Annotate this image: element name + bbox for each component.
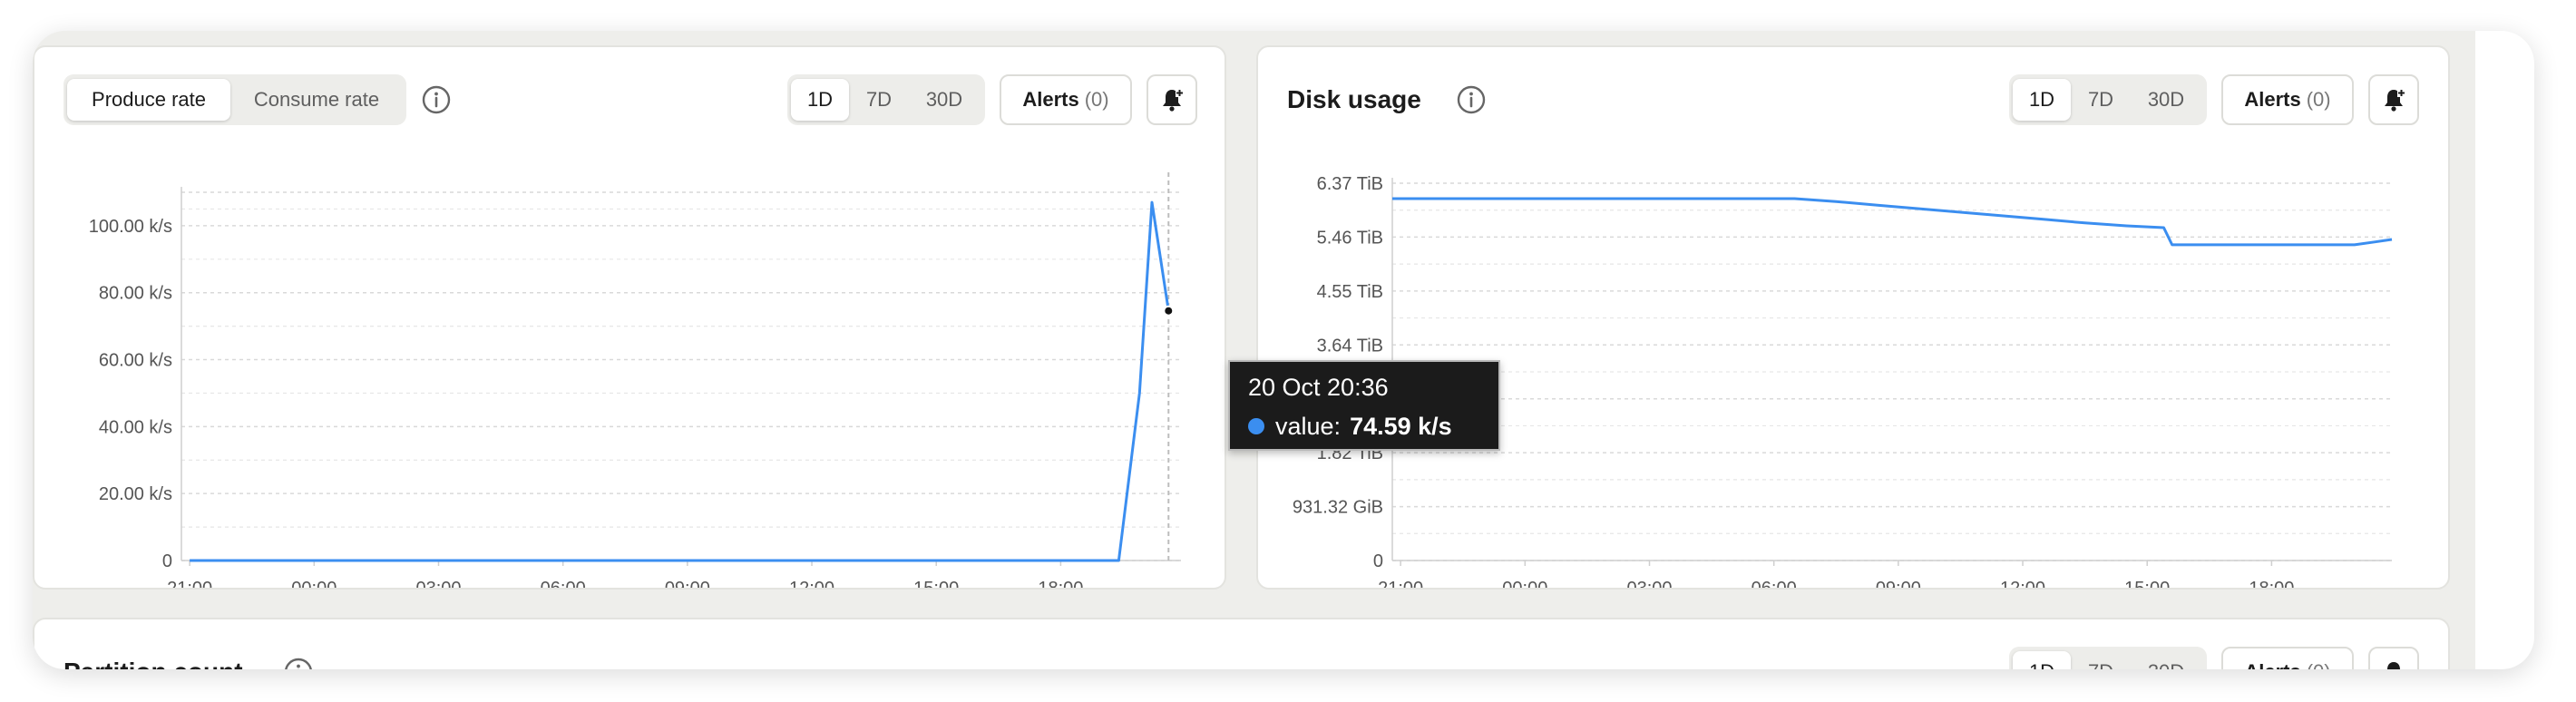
y-tick-label: 40.00 k/s [99,417,172,437]
disk-usage-chart: 0931.32 GiB1.82 TiB2.73 TiB3.64 TiB4.55 … [1293,174,2393,588]
x-tick-label: 12:00 [789,579,834,588]
range-7d[interactable]: 7D [2071,651,2131,669]
y-tick-label: 931.32 GiB [1293,498,1383,518]
x-tick-label: 00:00 [291,579,337,588]
y-tick-label: 100.00 k/s [89,217,172,237]
alerts-button[interactable]: Alerts (0) [2221,647,2354,669]
page: Produce rate Consume rate 1D 7D 30D Aler… [0,0,2576,702]
partition-count-title: Partition count [63,658,243,669]
partition-count-card: Partition count 1D 7D 30D Alerts (0) [33,618,2450,669]
tooltip-row: value : 74.59 k/s [1248,405,1480,447]
disk-usage-card: Disk usage 1D 7D 30D Alerts (0) 0 931.32… [1256,45,2450,590]
y-tick-label: 5.46 TiB [1317,228,1383,248]
x-tick-label: 15:00 [913,579,959,588]
series-line [1392,197,2393,247]
chart-tooltip: 20 Oct 20:36 value : 74.59 k/s [1228,360,1500,451]
produce-rate-chart: 0 20.00 k/s 40.00 k/s 60.00 k/s 80.00 k/s 100… [89,172,1181,588]
x-tick-label: 12:00 [2000,579,2045,588]
x-tick-label: 21:00 [167,579,212,588]
tooltip-separator: : [1333,413,1342,440]
x-tick-label: 03:00 [1626,579,1672,588]
x-tick-label: 06:00 [1751,579,1797,588]
series-color-dot [1248,418,1264,434]
tooltip-value: 74.59 k/s [1350,413,1452,440]
throughput-card: Produce rate Consume rate 1D 7D 30D Aler… [33,45,1226,590]
range-30d[interactable]: 30D [2131,651,2201,669]
partition-range-tabs: 1D 7D 30D [2009,647,2207,669]
tooltip-date: 20 Oct 20:36 [1248,374,1389,401]
x-tick-label: 18:00 [1038,579,1083,588]
y-tick-label: 0 [1373,551,1383,571]
add-alert-button[interactable] [2368,647,2419,669]
y-tick-label: 6.37 TiB [1317,174,1383,194]
x-tick-label: 21:00 [1378,579,1423,588]
tooltip-series-name: value [1275,413,1334,440]
scroll-gutter [2475,31,2534,669]
y-tick-label: 60.00 k/s [99,351,172,371]
y-tick-label: 80.00 k/s [99,284,172,304]
x-tick-label: 06:00 [541,579,586,588]
info-icon[interactable] [283,657,314,669]
alerts-count: (0) [2307,660,2331,669]
series-line [190,200,1170,562]
alerts-label: Alerts [2244,660,2300,669]
dashboard-window: Produce rate Consume rate 1D 7D 30D Aler… [33,31,2534,669]
x-tick-label: 09:00 [665,579,710,588]
x-tick-label: 00:00 [1502,579,1547,588]
bell-plus-icon [2387,662,2400,669]
y-tick-label: 4.55 TiB [1317,282,1383,302]
hover-point [1163,305,1175,317]
x-tick-label: 09:00 [1876,579,1921,588]
x-tick-label: 15:00 [2124,579,2170,588]
range-1d[interactable]: 1D [2013,651,2071,669]
y-tick-label: 0 [162,551,172,571]
y-tick-label: 3.64 TiB [1317,336,1383,356]
y-tick-label: 20.00 k/s [99,484,172,504]
x-tick-label: 18:00 [2249,579,2294,588]
x-tick-label: 03:00 [415,579,461,588]
